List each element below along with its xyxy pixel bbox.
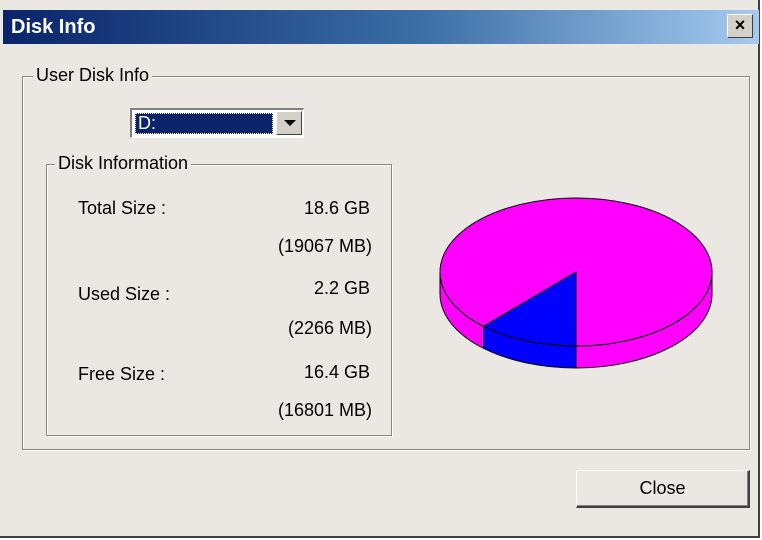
window-title: Disk Info xyxy=(11,16,96,38)
free-size-gb: 16.4 GB xyxy=(303,362,370,382)
total-size-gb: 18.6 GB xyxy=(303,198,370,218)
disk-information-label: Disk Information xyxy=(55,153,192,174)
drive-select[interactable]: D: xyxy=(130,108,304,138)
free-size-label: Free Size : xyxy=(78,364,166,384)
used-size-gb: 2.2 GB xyxy=(313,278,370,298)
title-bar[interactable]: Disk Info × xyxy=(3,10,759,44)
free-size-mb: (16801 MB) xyxy=(277,400,372,420)
used-size-mb: (2266 MB) xyxy=(287,318,372,338)
chevron-down-icon[interactable] xyxy=(276,111,302,135)
disk-info-dialog: Disk Info × User Disk Info D: Disk Infor… xyxy=(0,0,760,538)
close-icon[interactable]: × xyxy=(727,14,753,38)
user-disk-info-label: User Disk Info xyxy=(33,65,153,86)
close-button[interactable]: Close xyxy=(576,470,750,508)
used-size-label: Used Size : xyxy=(78,284,171,304)
disk-usage-pie-chart xyxy=(439,197,713,369)
total-size-mb: (19067 MB) xyxy=(277,236,372,256)
drive-select-value: D: xyxy=(135,113,273,134)
total-size-label: Total Size : xyxy=(78,198,167,218)
